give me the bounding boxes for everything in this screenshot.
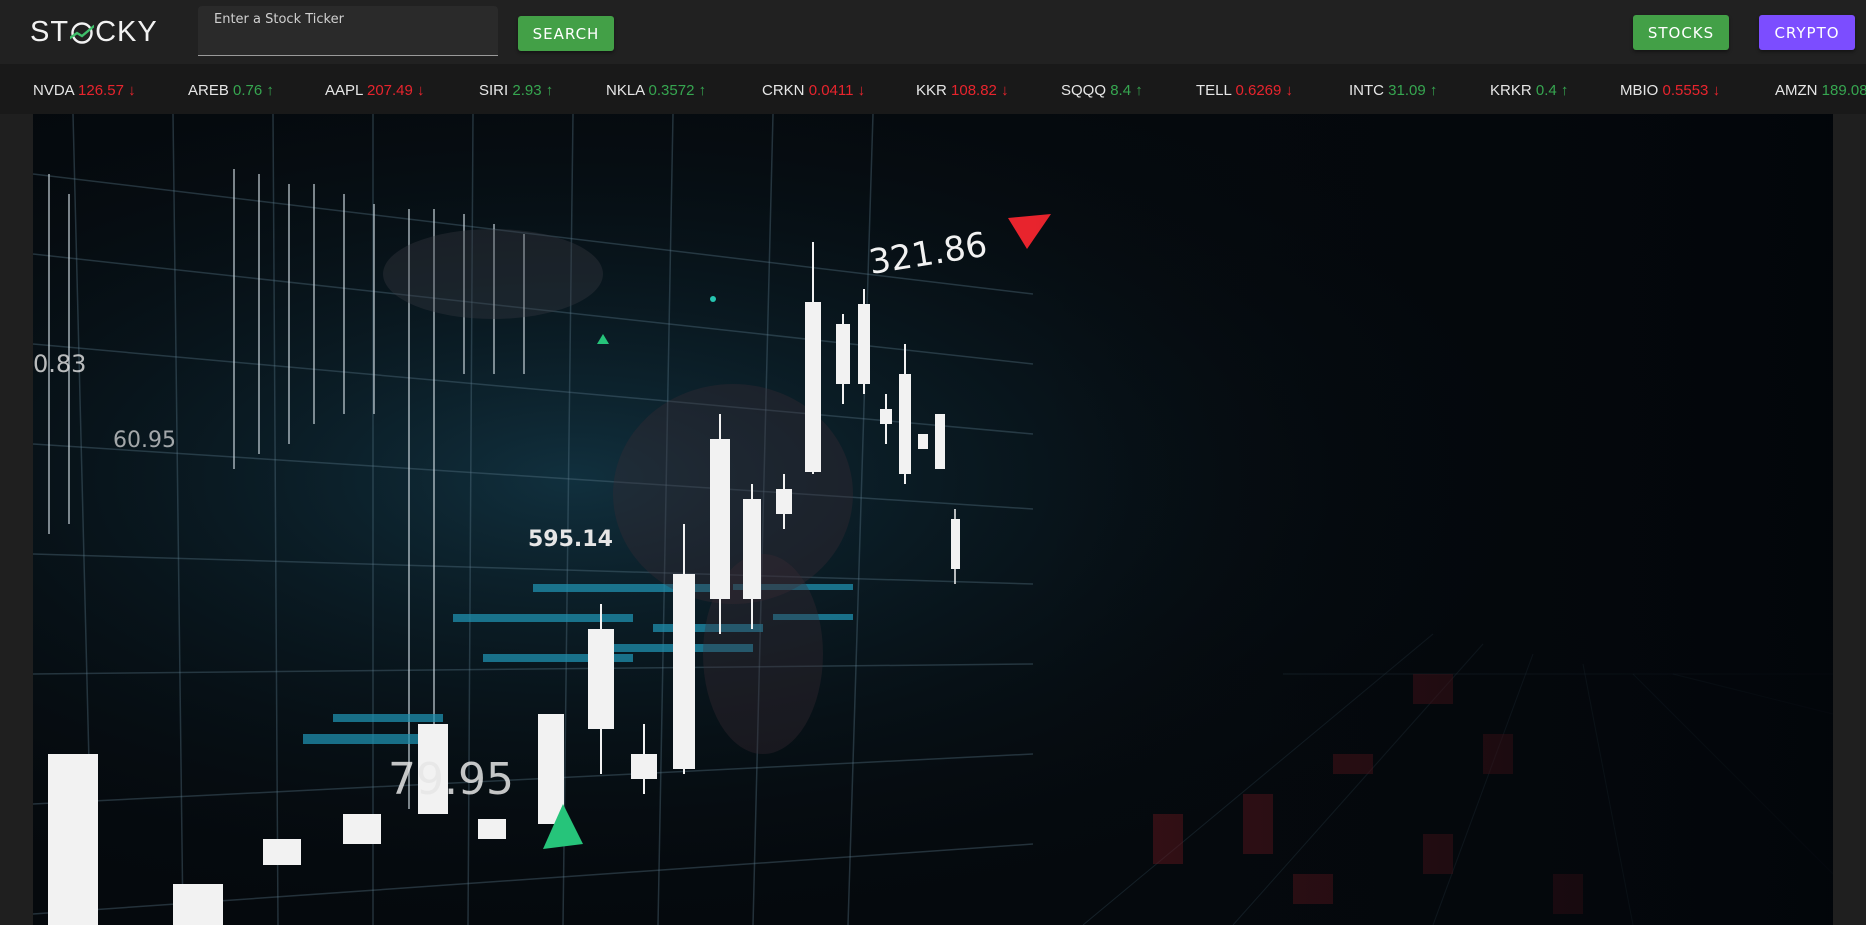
top-bar: ST CKY Enter a Stock Ticker SEARCH STOCK… — [0, 0, 1866, 64]
arrow-up-icon: ↑ — [1560, 82, 1569, 99]
arrow-down-icon: ↓ — [417, 82, 425, 99]
arrow-up-icon: ↑ — [1429, 82, 1438, 99]
ticker-price: 2.93 — [512, 82, 542, 99]
right-gutter — [1833, 114, 1866, 925]
hero-value-79: 79.95 — [388, 754, 514, 805]
ticker-item-siri[interactable]: SIRI 2.93 ↑ — [479, 82, 553, 99]
crypto-nav-button[interactable]: CRYPTO — [1759, 15, 1855, 50]
search-button[interactable]: SEARCH — [518, 16, 614, 51]
ticker-price: 207.49 — [366, 82, 413, 99]
ticker-item-sqqq[interactable]: SQQQ 8.4 ↑ — [1061, 82, 1143, 99]
ticker-symbol: SQQQ — [1061, 82, 1107, 99]
ticker-item-amzn[interactable]: AMZN 189.08 — [1775, 82, 1866, 99]
arrow-down-icon: ↓ — [1001, 82, 1009, 99]
left-gutter — [0, 114, 33, 925]
ticker-symbol: SIRI — [479, 82, 509, 99]
ticker-item-krkr[interactable]: KRKR 0.4 ↑ — [1490, 82, 1568, 99]
ticker-price: 0.0411 — [808, 82, 854, 99]
hero-stock-chart-image: 321.86 595.14 79.95 0.83 60.95 — [33, 114, 1833, 925]
ticker-price: 0.6269 — [1235, 82, 1282, 99]
ticker-price: 189.08 — [1821, 82, 1866, 99]
logo-text-left: ST — [30, 15, 70, 48]
ticker-price: 0.4 — [1535, 82, 1557, 99]
hero-value-0-83: 0.83 — [33, 350, 86, 378]
stocks-nav-button[interactable]: STOCKS — [1633, 15, 1729, 50]
ticker-symbol: CRKN — [762, 82, 805, 99]
arrow-down-icon: ↓ — [857, 82, 866, 99]
search-label: Enter a Stock Ticker — [214, 12, 344, 27]
ticker-item-areb[interactable]: AREB 0.76 ↑ — [188, 82, 274, 99]
ticker-price: 108.82 — [951, 82, 997, 99]
arrow-up-icon: ↑ — [545, 82, 554, 99]
ticker-item-nvda[interactable]: NVDA 126.57 ↓ — [33, 82, 136, 99]
ticker-price: 126.57 — [78, 82, 124, 99]
ticker-symbol: TELL — [1196, 82, 1232, 99]
arrow-down-icon: ↓ — [1712, 82, 1721, 99]
ticker-symbol: KKR — [916, 82, 947, 99]
ticker-item-tell[interactable]: TELL 0.6269 ↓ — [1196, 82, 1293, 99]
ticker-item-crkn[interactable]: CRKN 0.0411 ↓ — [762, 82, 865, 99]
ticker-symbol: KRKR — [1490, 82, 1532, 99]
hero-value-595: 595.14 — [528, 527, 613, 552]
arrow-up-icon: ↑ — [266, 82, 274, 99]
ticker-search-field[interactable]: Enter a Stock Ticker — [198, 6, 498, 56]
search-input[interactable] — [214, 30, 484, 50]
hero-value-60: 60.95 — [113, 428, 176, 453]
ticker-item-nkla[interactable]: NKLA 0.3572 ↑ — [606, 82, 706, 99]
ticker-item-mbio[interactable]: MBIO 0.5553 ↓ — [1620, 82, 1720, 99]
ticker-item-intc[interactable]: INTC 31.09 ↑ — [1349, 82, 1437, 99]
ticker-price: 31.09 — [1388, 82, 1426, 99]
ticker-symbol: AAPL — [325, 82, 363, 99]
ticker-symbol: AMZN — [1775, 82, 1818, 99]
stocky-logo[interactable]: ST CKY — [30, 14, 170, 50]
arrow-down-icon: ↓ — [1285, 82, 1294, 99]
hero-illustration: 321.86 595.14 79.95 0.83 60.95 — [33, 114, 1833, 925]
ticker-price: 0.3572 — [648, 82, 695, 99]
ticker-price: 0.5553 — [1662, 82, 1709, 99]
ticker-symbol: NVDA — [33, 82, 74, 99]
ticker-price: 8.4 — [1110, 82, 1132, 99]
ticker-item-kkr[interactable]: KKR 108.82 ↓ — [916, 82, 1009, 99]
ticker-symbol: NKLA — [606, 82, 645, 99]
ticker-symbol: AREB — [188, 82, 229, 99]
ticker-item-aapl[interactable]: AAPL 207.49 ↓ — [325, 82, 425, 99]
arrow-down-icon: ↓ — [128, 82, 136, 99]
ticker-symbol: INTC — [1349, 82, 1384, 99]
logo-o-chart-icon — [70, 21, 95, 44]
arrow-up-icon: ↑ — [1135, 82, 1143, 99]
logo-text-right: CKY — [95, 15, 158, 48]
ticker-price: 0.76 — [233, 82, 263, 99]
arrow-up-icon: ↑ — [698, 82, 707, 99]
ticker-symbol: MBIO — [1620, 82, 1659, 99]
ticker-tape: NVDA 126.57 ↓ AREB 0.76 ↑ AAPL 207.49 ↓ SIR… — [0, 64, 1866, 114]
